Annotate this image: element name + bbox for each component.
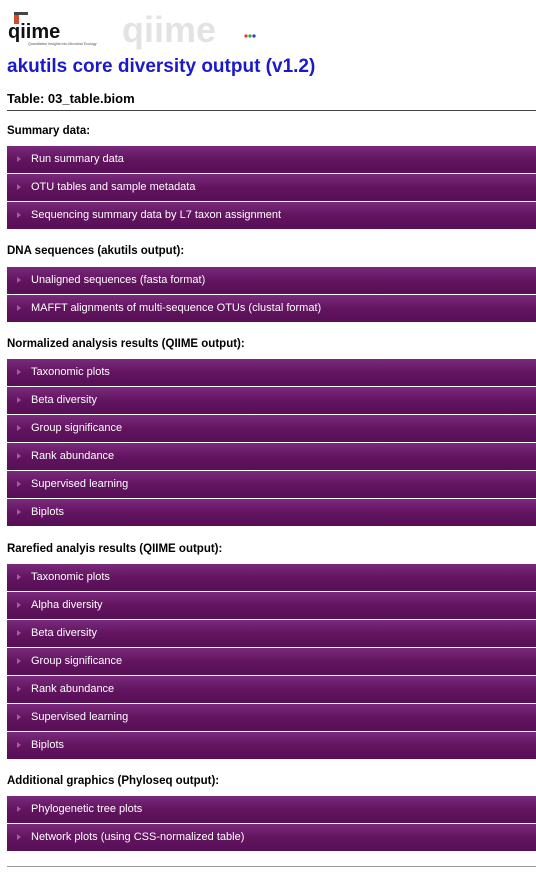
menu-item[interactable]: Rank abundance bbox=[7, 443, 536, 470]
menu-item-label: Sequencing summary data by L7 taxon assi… bbox=[31, 209, 282, 221]
menu-item[interactable]: Biplots bbox=[7, 732, 536, 759]
section-title: Additional graphics (Phyloseq output): bbox=[7, 775, 220, 787]
menu-item-label: Network plots (using CSS-normalized tabl… bbox=[31, 831, 245, 843]
section-title: Rarefied analyis results (QIIME output): bbox=[7, 543, 223, 555]
menu-item[interactable]: Group significance bbox=[7, 648, 536, 675]
arrow-bullet-icon bbox=[17, 686, 21, 692]
arrow-bullet-icon bbox=[17, 658, 21, 664]
page-title: akutils core diversity output (v1.2) bbox=[7, 56, 316, 77]
menu-item-label: Rank abundance bbox=[31, 450, 115, 462]
qiime-logo-watermark: qiime bbox=[122, 10, 256, 50]
menu-item-label: Phylogenetic tree plots bbox=[31, 803, 143, 815]
arrow-bullet-icon bbox=[17, 742, 21, 748]
arrow-bullet-icon bbox=[17, 602, 21, 608]
arrow-bullet-icon bbox=[17, 453, 21, 459]
menu-item-label: Biplots bbox=[31, 739, 65, 751]
menu-item[interactable]: Phylogenetic tree plots bbox=[7, 796, 536, 823]
menu-item-label: Beta diversity bbox=[31, 627, 98, 639]
section-menu: Run summary data OTU tables and sample me… bbox=[7, 146, 536, 230]
arrow-bullet-icon bbox=[17, 481, 21, 487]
menu-item[interactable]: Group significance bbox=[7, 415, 536, 442]
arrow-bullet-icon bbox=[17, 834, 21, 840]
section-menu: Taxonomic plots Alpha diversity Beta diver… bbox=[7, 564, 536, 760]
arrow-bullet-icon bbox=[17, 630, 21, 636]
menu-item[interactable]: Supervised learning bbox=[7, 471, 536, 498]
menu-item[interactable]: Supervised learning bbox=[7, 704, 536, 731]
menu-item-label: Taxonomic plots bbox=[31, 571, 110, 583]
qiime-logo: qiime Quantitative Insights into Microbi… bbox=[8, 12, 97, 46]
menu-item[interactable]: Taxonomic plots bbox=[7, 359, 536, 386]
section-title: Summary data: bbox=[7, 125, 91, 137]
svg-text:Quantitative Insights into Mic: Quantitative Insights into Microbial Eco… bbox=[28, 42, 97, 46]
menu-item-label: Run summary data bbox=[31, 153, 124, 165]
arrow-bullet-icon bbox=[17, 369, 21, 375]
arrow-bullet-icon bbox=[17, 574, 21, 580]
menu-item[interactable]: Sequencing summary data by L7 taxon assi… bbox=[7, 202, 536, 229]
arrow-bullet-icon bbox=[17, 397, 21, 403]
menu-item[interactable]: MAFFT alignments of multi-sequence OTUs … bbox=[7, 295, 536, 322]
section-menu: Phylogenetic tree plots Network plots (us… bbox=[7, 796, 536, 852]
menu-item[interactable]: Alpha diversity bbox=[7, 592, 536, 619]
arrow-bullet-icon bbox=[17, 277, 21, 283]
logo-area: qiime Quantitative Insights into Microbi… bbox=[8, 8, 268, 50]
arrow-bullet-icon bbox=[17, 184, 21, 190]
svg-text:qiime: qiime bbox=[8, 21, 60, 43]
arrow-bullet-icon bbox=[17, 509, 21, 515]
section-title: Normalized analysis results (QIIME outpu… bbox=[7, 338, 245, 350]
menu-item[interactable]: OTU tables and sample metadata bbox=[7, 174, 536, 201]
arrow-bullet-icon bbox=[17, 714, 21, 720]
arrow-bullet-icon bbox=[17, 806, 21, 812]
svg-text:qiime: qiime bbox=[122, 10, 216, 50]
menu-item-label: Unaligned sequences (fasta format) bbox=[31, 274, 206, 286]
menu-item-label: Rank abundance bbox=[31, 683, 115, 695]
arrow-bullet-icon bbox=[17, 425, 21, 431]
section-menu: Unaligned sequences (fasta format) MAFFT … bbox=[7, 267, 536, 323]
menu-item-label: Supervised learning bbox=[31, 478, 129, 490]
menu-item-label: OTU tables and sample metadata bbox=[31, 181, 196, 193]
menu-item-label: Supervised learning bbox=[31, 711, 129, 723]
menu-item[interactable]: Run summary data bbox=[7, 146, 536, 173]
menu-item[interactable]: Beta diversity bbox=[7, 387, 536, 414]
section-title: DNA sequences (akutils output): bbox=[7, 245, 185, 257]
arrow-bullet-icon bbox=[17, 156, 21, 162]
arrow-bullet-icon bbox=[17, 212, 21, 218]
arrow-bullet-icon bbox=[17, 305, 21, 311]
menu-item-label: Alpha diversity bbox=[31, 599, 103, 611]
menu-item-label: Beta diversity bbox=[31, 394, 98, 406]
table-label: Table: 03_table.biom bbox=[7, 91, 536, 111]
menu-item[interactable]: Biplots bbox=[7, 499, 536, 526]
menu-item[interactable]: Beta diversity bbox=[7, 620, 536, 647]
menu-item[interactable]: Unaligned sequences (fasta format) bbox=[7, 267, 536, 294]
menu-item-label: Taxonomic plots bbox=[31, 366, 110, 378]
menu-item-label: MAFFT alignments of multi-sequence OTUs … bbox=[31, 302, 322, 314]
section-menu: Taxonomic plots Beta diversity Group signi… bbox=[7, 359, 536, 527]
menu-item-label: Group significance bbox=[31, 422, 123, 434]
menu-item[interactable]: Rank abundance bbox=[7, 676, 536, 703]
menu-item[interactable]: Network plots (using CSS-normalized tabl… bbox=[7, 824, 536, 851]
menu-item[interactable]: Taxonomic plots bbox=[7, 564, 536, 591]
menu-item-label: Biplots bbox=[31, 506, 65, 518]
footer-divider bbox=[7, 866, 536, 867]
menu-item-label: Group significance bbox=[31, 655, 123, 667]
